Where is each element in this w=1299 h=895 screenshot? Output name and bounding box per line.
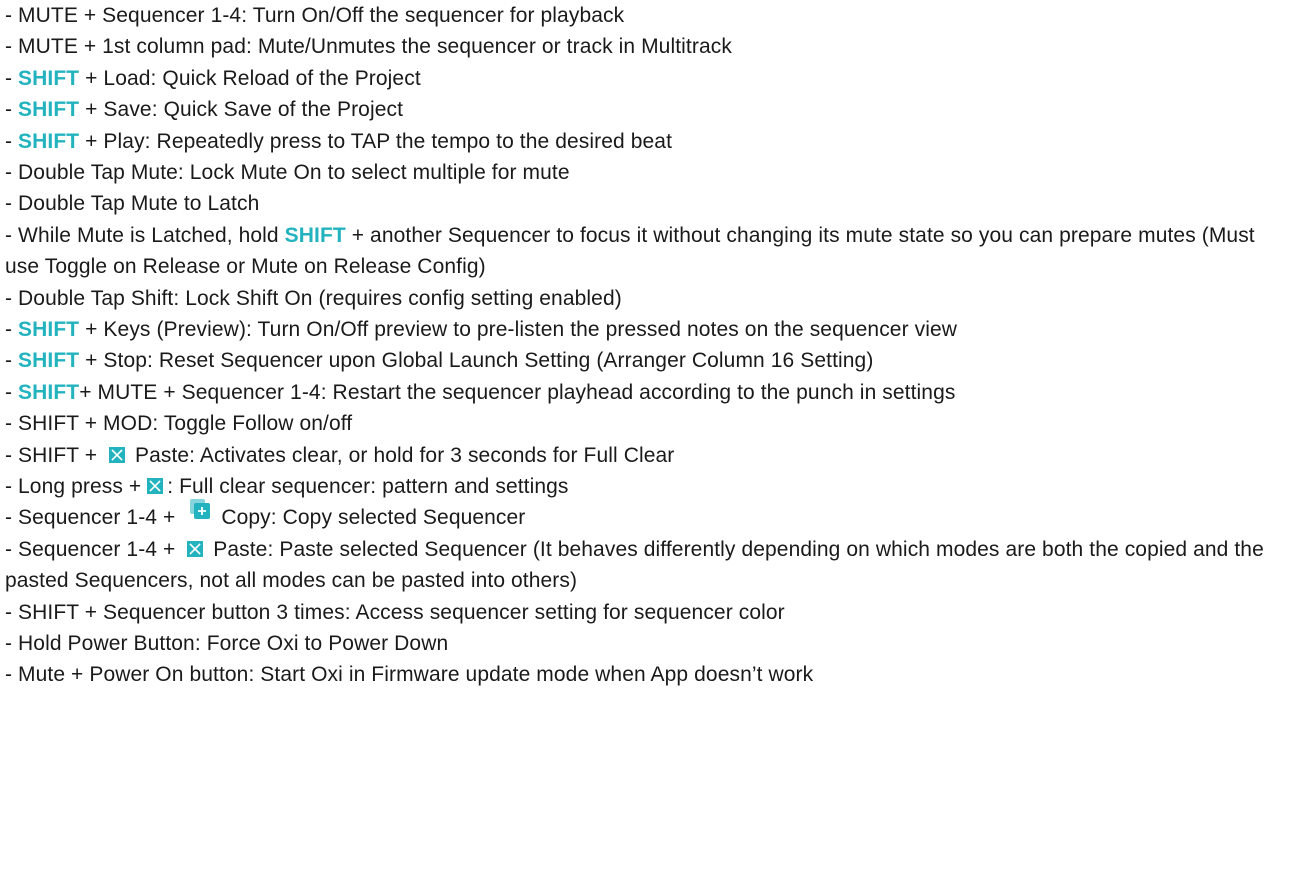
shortcut-text: - SHIFT + MOD: Toggle Follow on/off: [5, 412, 353, 436]
shortcut-text: + Play: Repeatedly press to TAP the temp…: [79, 129, 673, 153]
shortcut-item: - Sequencer 1-4 + Copy: Copy selected Se…: [5, 499, 1290, 533]
shift-keyword: SHIFT: [18, 98, 80, 122]
shortcut-text: + Stop: Reset Sequencer upon Global Laun…: [79, 349, 874, 373]
shortcut-item: - SHIFT + Sequencer button 3 times: Acce…: [5, 597, 1290, 628]
shortcut-text: - MUTE + Sequencer 1-4: Turn On/Off the …: [5, 4, 625, 27]
shortcut-item: - Double Tap Shift: Lock Shift On (requi…: [5, 283, 1290, 314]
shortcut-text: - Sequencer 1-4 +: [5, 537, 182, 561]
shortcut-item: - SHIFT + Paste: Activates clear, or hol…: [5, 440, 1290, 471]
shortcut-item: - Sequencer 1-4 + Paste: Paste selected …: [5, 534, 1290, 597]
shortcut-item: - SHIFT + Stop: Reset Sequencer upon Glo…: [5, 345, 1290, 376]
shortcut-text: + Save: Quick Save of the Project: [79, 98, 404, 122]
shortcut-text: Copy: Copy selected Sequencer: [221, 506, 526, 530]
shortcut-text: - While Mute is Latched, hold: [5, 223, 285, 247]
shortcut-text: - Sequencer 1-4 +: [5, 506, 182, 530]
shift-keyword: SHIFT: [18, 129, 80, 153]
shortcut-text: - Double Tap Mute: Lock Mute On to selec…: [5, 160, 570, 184]
shortcut-item: - MUTE + Sequencer 1-4: Turn On/Off the …: [5, 0, 1290, 31]
shortcut-item: - SHIFT + Load: Quick Reload of the Proj…: [5, 63, 1290, 94]
shortcut-text: - Double Tap Shift: Lock Shift On (requi…: [5, 286, 622, 310]
shortcut-item: - While Mute is Latched, hold SHIFT + an…: [5, 220, 1290, 283]
shortcut-text: - SHIFT + Sequencer button 3 times: Acce…: [5, 600, 785, 624]
shortcut-item: - SHIFT + MOD: Toggle Follow on/off: [5, 408, 1290, 439]
shortcut-text: - Mute + Power On button: Start Oxi in F…: [5, 663, 814, 687]
shortcut-text: Paste: Activates clear, or hold for 3 se…: [129, 443, 675, 467]
shortcut-item: - Double Tap Mute: Lock Mute On to selec…: [5, 157, 1290, 188]
shortcut-text: - MUTE + 1st column pad: Mute/Unmutes th…: [5, 35, 732, 59]
shortcut-text: -: [5, 129, 19, 153]
shift-keyword: SHIFT: [18, 317, 80, 341]
shift-keyword: SHIFT: [18, 66, 80, 90]
shortcut-item: - MUTE + 1st column pad: Mute/Unmutes th…: [5, 31, 1290, 62]
shortcut-item: - SHIFT + Save: Quick Save of the Projec…: [5, 94, 1290, 125]
shortcut-text: - SHIFT +: [5, 443, 104, 467]
shift-keyword: SHIFT: [284, 223, 346, 247]
shortcut-text: - Hold Power Button: Force Oxi to Power …: [5, 631, 449, 655]
shortcut-text: - Long press +: [5, 474, 142, 498]
shortcut-item: - SHIFT+ MUTE + Sequencer 1-4: Restart t…: [5, 377, 1290, 408]
shift-keyword: SHIFT: [18, 380, 80, 404]
shortcut-item: - SHIFT + Keys (Preview): Turn On/Off pr…: [5, 314, 1290, 345]
shortcut-list: - MUTE + Sequencer 1-4: Turn On/Off the …: [5, 0, 1290, 691]
shortcut-text: -: [5, 380, 19, 404]
shortcut-text: - Double Tap Mute to Latch: [5, 192, 260, 216]
shortcut-item: - SHIFT + Play: Repeatedly press to TAP …: [5, 126, 1290, 157]
shortcut-item: - Double Tap Mute to Latch: [5, 188, 1290, 219]
shift-keyword: SHIFT: [18, 349, 80, 373]
shortcut-text: -: [5, 98, 19, 122]
clear-x-icon: [147, 477, 164, 494]
shortcut-text: -: [5, 66, 19, 90]
clear-x-icon: [109, 446, 126, 463]
shortcut-text: : Full clear sequencer: pattern and sett…: [167, 474, 569, 498]
shortcut-text: -: [5, 349, 19, 373]
shortcut-item: - Hold Power Button: Force Oxi to Power …: [5, 628, 1290, 659]
shortcut-text: + Keys (Preview): Turn On/Off preview to…: [79, 317, 958, 341]
clear-x-icon: [187, 540, 204, 557]
shortcut-text: -: [5, 317, 19, 341]
shortcut-item: - Mute + Power On button: Start Oxi in F…: [5, 659, 1290, 690]
copy-plus-icon: [189, 498, 211, 520]
shortcut-text: + MUTE + Sequencer 1-4: Restart the sequ…: [79, 380, 956, 404]
shortcut-text: + Load: Quick Reload of the Project: [79, 66, 421, 90]
